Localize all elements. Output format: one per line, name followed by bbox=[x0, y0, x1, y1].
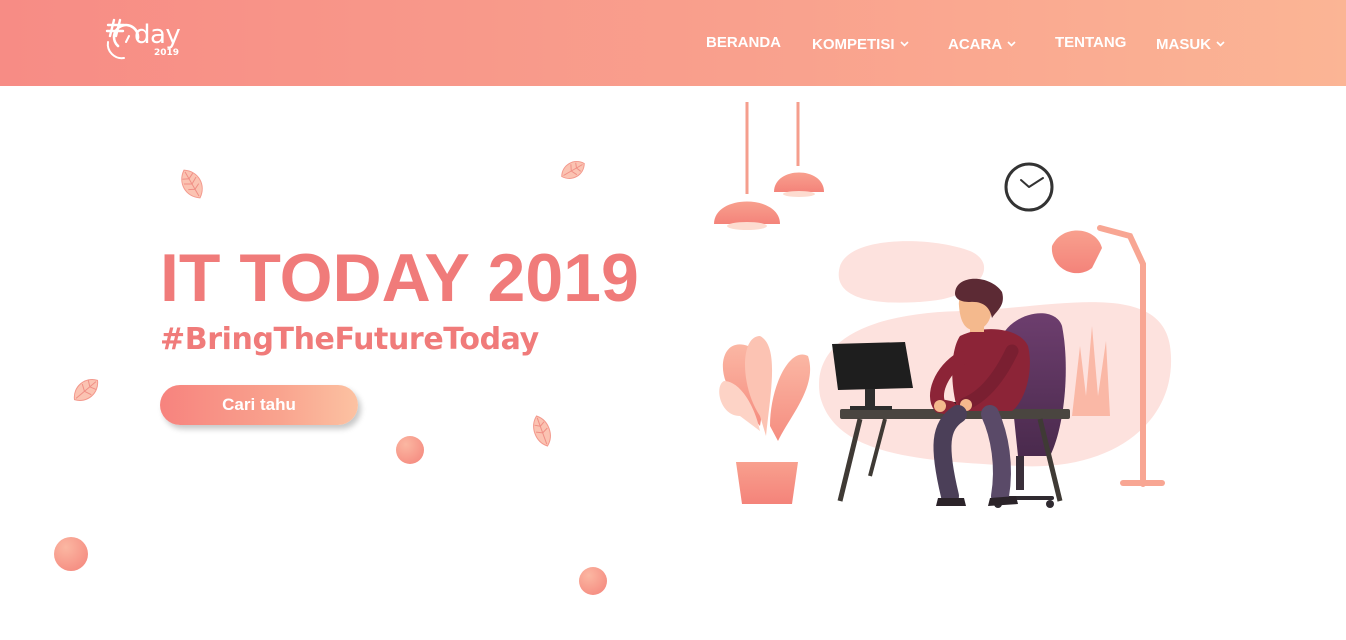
nav-item-label: ACARA bbox=[948, 36, 1003, 53]
nav-item-beranda[interactable]: BERANDA bbox=[706, 34, 781, 54]
chevron-down-icon bbox=[1007, 34, 1016, 51]
decorative-dot bbox=[396, 436, 424, 464]
leaf-icon bbox=[561, 161, 585, 179]
nav-item-label: KOMPETISI bbox=[812, 36, 895, 53]
nav-item-label: TENTANG bbox=[1055, 34, 1127, 51]
nav-item-tentang[interactable]: TENTANG bbox=[1055, 34, 1126, 54]
decorative-dot bbox=[579, 567, 607, 595]
logo-wordmark: day bbox=[134, 20, 181, 50]
nav-item-kompetisi[interactable]: KOMPETISI bbox=[812, 34, 909, 54]
hero-title: IT TODAY 2019 bbox=[160, 240, 639, 316]
site-logo[interactable]: day 2019 bbox=[104, 16, 194, 62]
chevron-down-icon bbox=[899, 34, 909, 51]
nav-item-label: MASUK bbox=[1156, 36, 1211, 53]
chevron-down-icon bbox=[1216, 34, 1225, 51]
top-navbar: day 2019 BERANDA KOMPETISI ACARA TENTANG… bbox=[0, 0, 1346, 86]
hero-tagline: #BringTheFutureToday bbox=[160, 322, 539, 357]
leaf-icon bbox=[73, 379, 99, 401]
person-working-at-desk-illustration bbox=[714, 102, 1172, 508]
nav-item-masuk[interactable]: MASUK bbox=[1156, 34, 1225, 54]
nav-item-label: BERANDA bbox=[706, 34, 781, 51]
nav-item-acara[interactable]: ACARA bbox=[948, 34, 1016, 54]
leaf-icon bbox=[533, 415, 551, 447]
cari-tahu-button[interactable]: Cari tahu bbox=[160, 385, 358, 425]
logo-year: 2019 bbox=[154, 48, 180, 58]
decorative-dot bbox=[54, 537, 88, 571]
leaf-icon bbox=[181, 169, 203, 199]
